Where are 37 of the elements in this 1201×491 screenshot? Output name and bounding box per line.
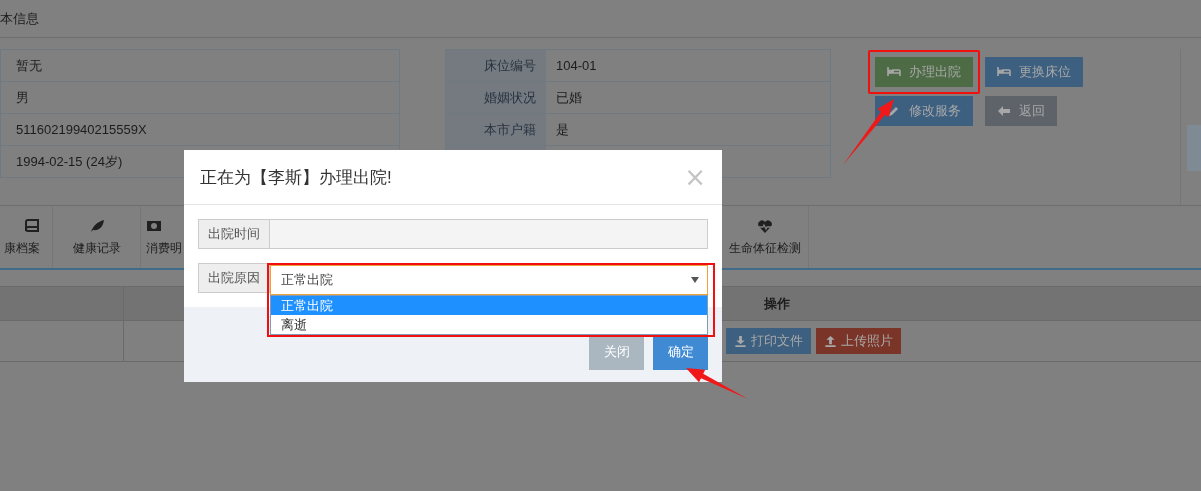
heartbeat-icon — [756, 217, 773, 234]
nav-tab[interactable]: 健康记录 — [53, 206, 141, 268]
bed-icon — [887, 65, 901, 79]
download-icon — [734, 334, 747, 348]
field-value: 104-01 — [555, 57, 597, 75]
action-button[interactable]: 修改服务 — [875, 96, 973, 126]
info-cell: 51160219940215559X — [0, 114, 400, 146]
bed-icon — [997, 65, 1011, 79]
nav-tab[interactable]: 康档案 — [0, 206, 53, 268]
arrow-left-icon — [997, 104, 1011, 118]
field-label: 出院原因 — [198, 263, 270, 293]
select-field[interactable]: 正常出院 — [270, 265, 708, 295]
row-action-button[interactable]: 上传照片 — [816, 328, 901, 354]
action-button[interactable]: 更换床位 — [985, 57, 1083, 87]
info-cell: 暂无 — [0, 50, 400, 82]
field-label: 本市户籍 — [446, 114, 546, 145]
pencil-icon — [887, 104, 901, 118]
dropdown-option[interactable]: 正常出院 — [271, 296, 707, 315]
page-title: 本信息 — [0, 9, 39, 28]
action-button[interactable]: 办理出院 — [875, 57, 973, 87]
action-button[interactable]: 返回 — [985, 96, 1057, 126]
leaf-icon — [88, 217, 105, 234]
field-label: 床位编号 — [446, 50, 546, 81]
input-field[interactable] — [270, 219, 708, 249]
annotation-arrow — [843, 99, 894, 165]
dropdown-option[interactable]: 离逝 — [271, 315, 707, 334]
field-label: 婚姻状况 — [446, 82, 546, 113]
dropdown-caret-icon — [691, 277, 699, 283]
book-icon — [24, 217, 40, 234]
field-value: 是 — [555, 120, 569, 139]
column-header: 操作 — [764, 294, 790, 313]
info-cell: 男 — [0, 82, 400, 114]
field-value: 已婚 — [555, 88, 582, 107]
row-action-button[interactable]: 打印文件 — [726, 328, 811, 354]
close-button[interactable]: × — [684, 164, 706, 190]
field-label: 出院时间 — [198, 219, 270, 249]
upload-icon — [824, 334, 837, 348]
